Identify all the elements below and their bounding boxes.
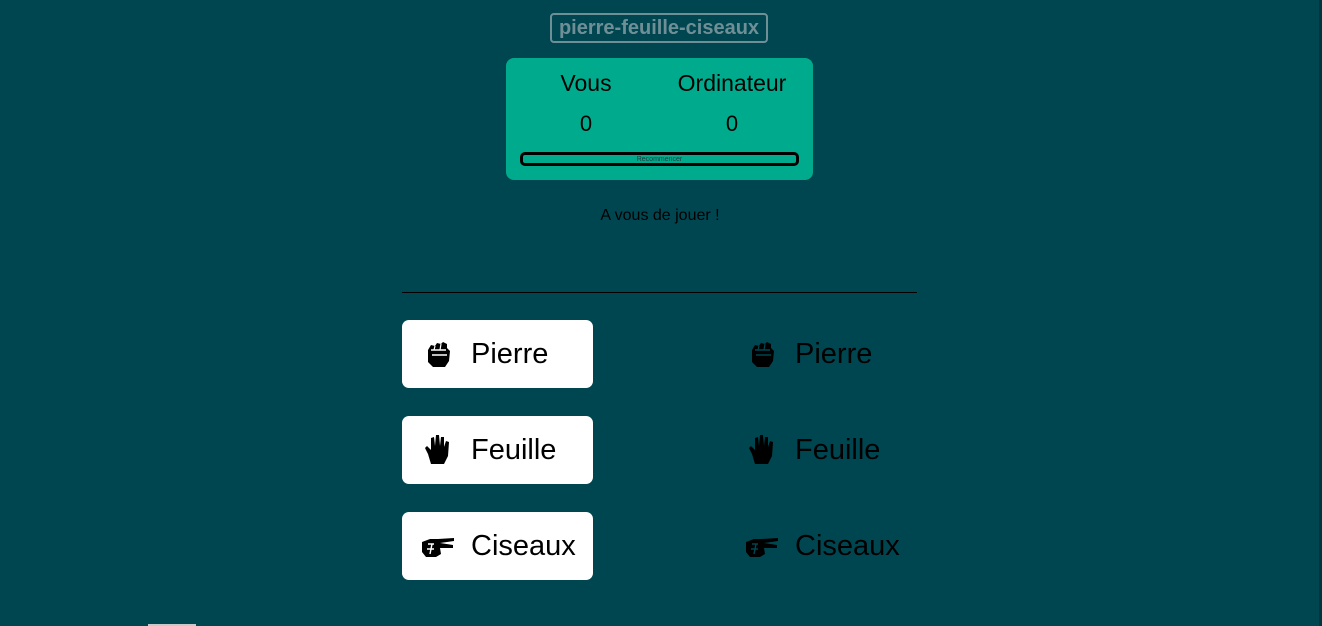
scissors-hand-icon xyxy=(420,528,456,564)
divider xyxy=(402,292,917,293)
player-choice-feuille-button[interactable]: Feuille xyxy=(402,416,593,484)
game-message: A vous de jouer ! xyxy=(600,207,720,224)
computer-choice-pierre: Pierre xyxy=(726,320,926,388)
computer-choice-feuille: Feuille xyxy=(726,416,926,484)
fist-icon xyxy=(420,336,456,372)
page-title: pierre-feuille-ciseaux xyxy=(550,13,768,43)
choice-label: Feuille xyxy=(795,434,881,466)
player-score-label: Vous xyxy=(560,70,612,96)
player-choice-pierre-button[interactable]: Pierre xyxy=(402,320,593,388)
scissors-hand-icon xyxy=(744,528,780,564)
player-score-value: 0 xyxy=(579,111,593,136)
hand-icon xyxy=(420,432,456,468)
choice-label: Pierre xyxy=(471,338,549,370)
choice-label: Ciseaux xyxy=(795,530,900,562)
scoreboard: Vous Ordinateur 0 0 Recommencer xyxy=(506,58,813,180)
choice-label: Feuille xyxy=(471,434,557,466)
player-choice-ciseaux-button[interactable]: Ciseaux xyxy=(402,512,593,580)
restart-button[interactable]: Recommencer xyxy=(520,152,799,166)
computer-score-value: 0 xyxy=(725,111,739,136)
choice-label: Pierre xyxy=(795,338,873,370)
choice-label: Ciseaux xyxy=(471,530,576,562)
fist-icon xyxy=(744,336,780,372)
computer-choice-ciseaux: Ciseaux xyxy=(726,512,926,580)
computer-score-label: Ordinateur xyxy=(677,70,787,96)
hand-icon xyxy=(744,432,780,468)
